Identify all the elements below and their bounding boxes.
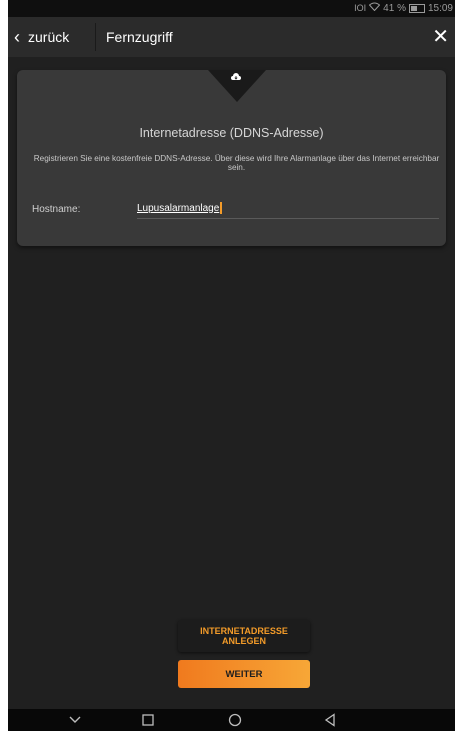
triangle-back-icon[interactable]	[315, 709, 345, 731]
hostname-input[interactable]: Lupusalarmanlage	[137, 198, 439, 219]
create-address-button[interactable]: INTERNETADRESSE ANLEGEN	[178, 620, 310, 652]
hostname-value: Lupusalarmanlage	[137, 202, 220, 214]
next-button[interactable]: WEITER	[178, 660, 310, 688]
card-description: Registrieren Sie eine kostenfreie DDNS-A…	[33, 154, 440, 172]
battery-percent: 41 %	[383, 2, 406, 14]
create-button-line1: INTERNETADRESSE	[200, 626, 288, 636]
back-button[interactable]: ‹ zurück	[14, 17, 69, 57]
close-icon[interactable]: ✕	[432, 17, 449, 57]
chevron-left-icon: ‹	[14, 26, 20, 47]
cloud-icon	[231, 73, 241, 80]
system-nav-bar	[8, 709, 455, 731]
app-screen: IOI 41 % 15:09 ‹ zurück Fernzugriff ✕ In…	[8, 0, 455, 731]
app-header: ‹ zurück Fernzugriff ✕	[8, 17, 455, 57]
circle-icon[interactable]	[220, 709, 250, 731]
battery-icon	[408, 3, 425, 13]
chevron-down-icon[interactable]	[60, 709, 90, 731]
text-caret	[220, 202, 223, 214]
clock: 15:09	[427, 2, 453, 14]
header-divider	[95, 23, 96, 51]
card-title: Internetadresse (DDNS-Adresse)	[139, 126, 324, 140]
square-icon[interactable]	[133, 709, 163, 731]
hostname-label: Hostname:	[32, 204, 81, 215]
signal-icon: IOI	[354, 3, 367, 13]
page-title: Fernzugriff	[106, 29, 173, 45]
back-label: zurück	[28, 29, 70, 45]
wifi-icon	[368, 2, 381, 14]
create-button-line2: ANLEGEN	[221, 636, 266, 646]
status-bar: IOI 41 % 15:09	[8, 0, 455, 17]
